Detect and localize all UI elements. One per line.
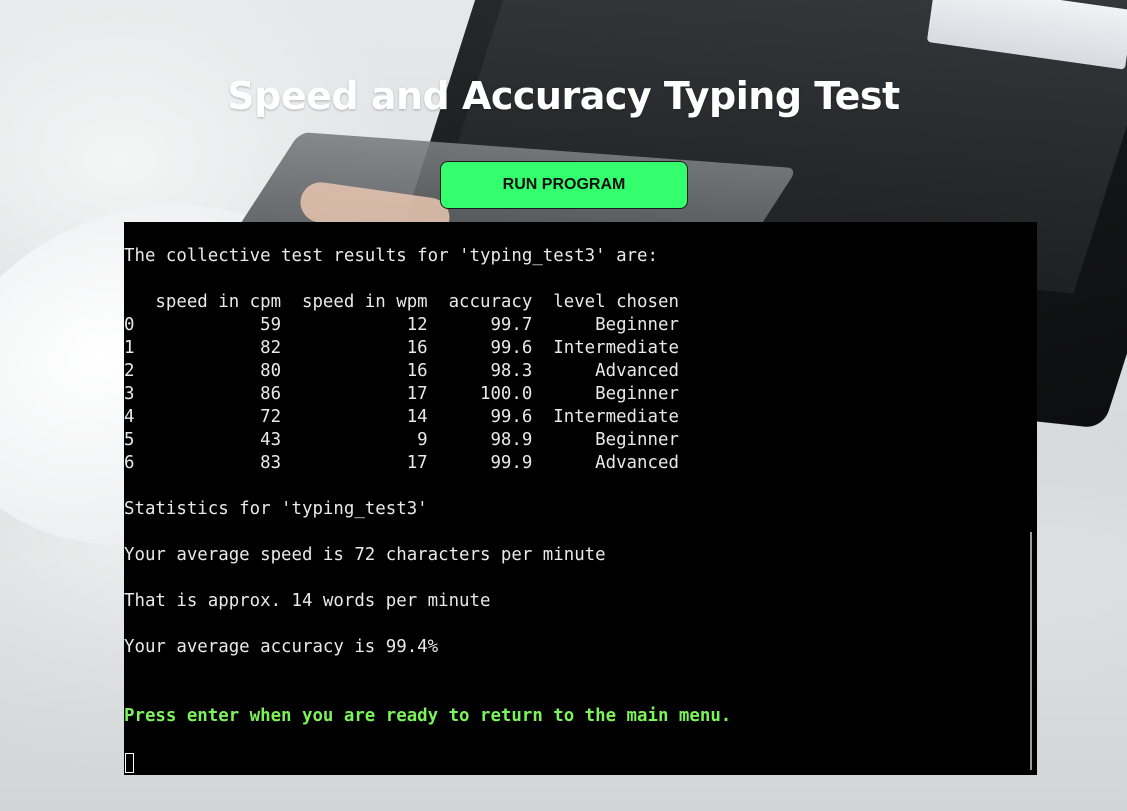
terminal-scrollbar[interactable] bbox=[1030, 532, 1032, 770]
terminal-line: 3 86 17 100.0 Beginner bbox=[124, 384, 679, 404]
terminal-line: That is approx. 14 words per minute bbox=[124, 591, 491, 611]
terminal-cursor bbox=[125, 753, 134, 773]
terminal-line: Statistics for 'typing_test3' bbox=[124, 499, 428, 519]
terminal-line: 6 83 17 99.9 Advanced bbox=[124, 453, 679, 473]
terminal-output: The collective test results for 'typing_… bbox=[124, 245, 731, 728]
terminal-line: speed in cpm speed in wpm accuracy level… bbox=[124, 292, 679, 312]
terminal[interactable]: The collective test results for 'typing_… bbox=[124, 222, 1037, 775]
terminal-line: Your average speed is 72 characters per … bbox=[124, 545, 606, 565]
terminal-line: 0 59 12 99.7 Beginner bbox=[124, 315, 679, 335]
terminal-line: 4 72 14 99.6 Intermediate bbox=[124, 407, 679, 427]
terminal-line: Your average accuracy is 99.4% bbox=[124, 637, 439, 657]
terminal-line: 5 43 9 98.9 Beginner bbox=[124, 430, 679, 450]
terminal-line: 1 82 16 99.6 Intermediate bbox=[124, 338, 679, 358]
terminal-line: 2 80 16 98.3 Advanced bbox=[124, 361, 679, 381]
terminal-line: The collective test results for 'typing_… bbox=[124, 246, 658, 266]
terminal-prompt-line: Press enter when you are ready to return… bbox=[124, 706, 732, 726]
page-title: Speed and Accuracy Typing Test bbox=[227, 74, 900, 118]
run-program-button[interactable]: RUN PROGRAM bbox=[440, 161, 688, 209]
